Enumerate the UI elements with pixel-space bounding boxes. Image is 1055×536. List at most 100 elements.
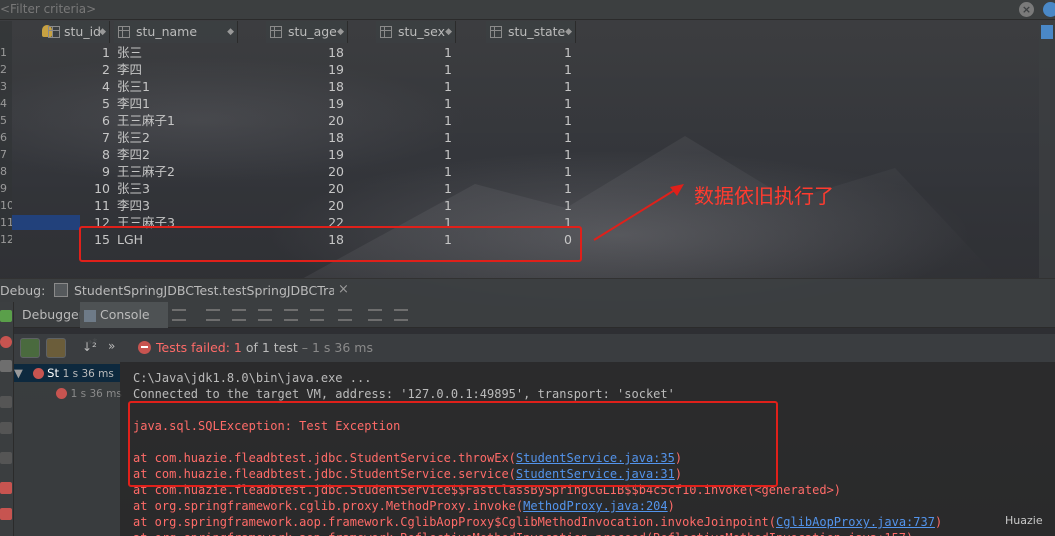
- cell-stu-age: 20: [328, 181, 344, 196]
- chevron-down-icon[interactable]: ▼: [14, 366, 23, 380]
- row-number: 2: [0, 63, 7, 76]
- step-icon[interactable]: [0, 396, 12, 408]
- cell-stu-sex: 1: [444, 62, 452, 77]
- cell-stu-state: 1: [564, 181, 572, 196]
- sort-icon[interactable]: ◆: [445, 21, 452, 43]
- row-number: 3: [0, 80, 7, 93]
- step-out-icon[interactable]: [284, 309, 298, 321]
- tab-debugger[interactable]: Debugger: [18, 302, 88, 328]
- cell-stu-name: 王三麻子2: [117, 164, 175, 179]
- table-row[interactable]: 2 2 李四 19 1 1: [0, 61, 576, 78]
- column-header-stu-sex[interactable]: stu_sex ◆: [376, 21, 456, 43]
- debug-label: Debug:: [0, 283, 46, 298]
- stop-icon[interactable]: [0, 336, 12, 348]
- console-line: C:\Java\jdk1.8.0\bin\java.exe ...: [133, 370, 371, 386]
- column-header-stu-state[interactable]: stu_state ◆: [486, 21, 576, 43]
- view-breakpoints-icon[interactable]: [0, 482, 12, 494]
- column-header-label: stu_state: [508, 24, 566, 39]
- column-header-stu-age[interactable]: stu_age ◆: [266, 21, 348, 43]
- tab-console[interactable]: Console →*: [80, 302, 168, 348]
- sort-icon[interactable]: ◆: [227, 21, 234, 43]
- table-row[interactable]: 8 9 王三麻子2 20 1 1: [0, 163, 576, 180]
- cell-stu-name: 李四3: [117, 198, 150, 213]
- cell-stu-age: 19: [328, 62, 344, 77]
- console-line: at org.springframework.aop.framework.Cgl…: [133, 514, 942, 530]
- column-icon: [380, 26, 392, 38]
- table-row[interactable]: 5 6 王三麻子1 20 1 1: [0, 112, 576, 129]
- source-link[interactable]: MethodProxy.java:204: [523, 499, 668, 513]
- cell-stu-id: 4: [102, 79, 110, 94]
- status-middle: of 1 test: [241, 340, 298, 355]
- restore-layout-icon[interactable]: [394, 309, 408, 321]
- cell-stu-name: 张三1: [117, 79, 150, 94]
- sort-icon[interactable]: ↓²: [82, 340, 97, 354]
- pause-icon[interactable]: [0, 360, 12, 372]
- mute-breakpoints-icon[interactable]: [0, 508, 12, 520]
- cell-stu-state: 1: [564, 113, 572, 128]
- table-row[interactable]: 10 11 李四3 20 1 1: [0, 197, 576, 214]
- cell-stu-state: 1: [564, 198, 572, 213]
- table-row[interactable]: 1 1 张三 18 1 1: [0, 44, 576, 61]
- cell-stu-id: 9: [102, 164, 110, 179]
- column-header-stu-id[interactable]: stu_id ◆: [40, 21, 110, 43]
- settings-icon[interactable]: [1043, 2, 1055, 17]
- row-number: 1: [0, 46, 7, 59]
- filter-input[interactable]: <Filter criteria>: [0, 2, 300, 17]
- sort-icon[interactable]: ◆: [337, 21, 344, 43]
- column-header-stu-name[interactable]: stu_name ◆: [114, 21, 238, 43]
- tree-root-item[interactable]: ▼ St 1 s 36 ms: [14, 364, 120, 382]
- clear-icon[interactable]: ×: [1019, 2, 1034, 17]
- sort-icon[interactable]: ◆: [565, 21, 572, 43]
- cell-stu-age: 20: [328, 113, 344, 128]
- drop-frame-icon[interactable]: [310, 309, 324, 321]
- table-row[interactable]: 3 4 张三1 18 1 1: [0, 78, 576, 95]
- cell-stu-state: 1: [564, 45, 572, 60]
- step-into-icon[interactable]: [232, 309, 246, 321]
- column-icon: [490, 26, 502, 38]
- evaluate-icon[interactable]: [368, 309, 382, 321]
- stack-frame-suffix: ): [667, 499, 675, 513]
- step-over-icon[interactable]: [206, 309, 220, 321]
- debug-title-bar: Debug: StudentSpringJDBCTest.testSpringJ…: [0, 278, 1055, 302]
- status-prefix: Tests failed:: [156, 340, 234, 355]
- left-debug-strip: [0, 302, 14, 536]
- cell-stu-id: 10: [94, 181, 110, 196]
- cell-stu-age: 20: [328, 198, 344, 213]
- table-row[interactable]: 9 10 张三3 20 1 1: [0, 180, 576, 197]
- force-step-into-icon[interactable]: [258, 309, 272, 321]
- run-to-cursor-icon[interactable]: [338, 309, 352, 321]
- debug-tabs-bar: Debugger Console →*: [0, 302, 1055, 348]
- cell-stu-state: 1: [564, 164, 572, 179]
- divider-icon: [0, 422, 12, 434]
- cell-stu-state: 1: [564, 96, 572, 111]
- resume-icon[interactable]: [0, 310, 12, 322]
- cell-stu-sex: 1: [444, 79, 452, 94]
- column-header-label: stu_name: [136, 24, 198, 39]
- more-icon[interactable]: »: [108, 339, 115, 353]
- status-time: – 1 s 36 ms: [297, 340, 373, 355]
- stack-frame-text: at org.springframework.aop.framework.Ref…: [133, 531, 913, 536]
- source-link[interactable]: CglibAopProxy.java:737: [776, 515, 935, 529]
- run-config-tab[interactable]: StudentSpringJDBCTest.testSpringJDBCTra.…: [74, 283, 334, 299]
- show-passed-icon[interactable]: [20, 338, 40, 358]
- console-text: Connected to the target VM, address: '12…: [133, 387, 675, 401]
- cell-stu-id: 1: [102, 45, 110, 60]
- cell-stu-state: 1: [564, 62, 572, 77]
- close-icon[interactable]: ×: [338, 282, 352, 298]
- table-row[interactable]: 4 5 李四1 19 1 1: [0, 95, 576, 112]
- table-row[interactable]: 7 8 李四2 19 1 1: [0, 146, 576, 163]
- cell-stu-sex: 1: [444, 164, 452, 179]
- console-line: Connected to the target VM, address: '12…: [133, 386, 675, 402]
- database-icon[interactable]: [1041, 25, 1053, 39]
- cell-stu-age: 18: [328, 79, 344, 94]
- table-row[interactable]: 6 7 张三2 18 1 1: [0, 129, 576, 146]
- cell-stu-age: 19: [328, 147, 344, 162]
- column-header-label: stu_id: [64, 24, 101, 39]
- show-ignored-icon[interactable]: [46, 338, 66, 358]
- cell-stu-id: 6: [102, 113, 110, 128]
- sort-icon[interactable]: ◆: [99, 21, 106, 43]
- tree-child-item[interactable]: 1 s 36 ms: [56, 384, 122, 402]
- cell-stu-id: 8: [102, 147, 110, 162]
- test-tree: ▼ St 1 s 36 ms 1 s 36 ms: [14, 362, 122, 536]
- menu-icon[interactable]: [172, 309, 186, 321]
